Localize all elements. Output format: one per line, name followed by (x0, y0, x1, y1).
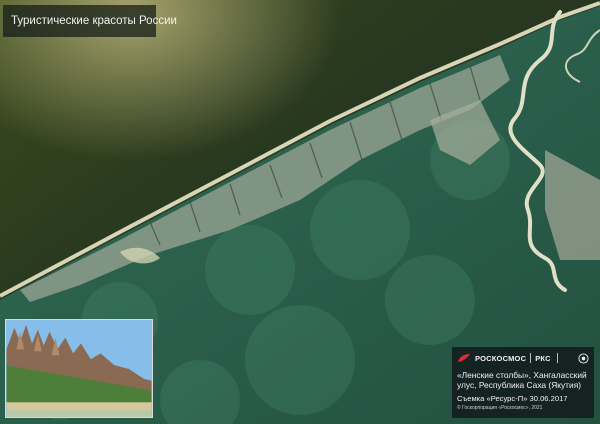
emblem-icon (578, 352, 589, 364)
page-title: Туристические красоты России (3, 5, 177, 37)
roscosmos-label: РОСКОСМОС (475, 353, 527, 363)
place-line-1: «Ленские столбы», Хангаласский (457, 370, 587, 380)
credit-text: © Госкорпорация «Роскосмос», 2021 (457, 405, 543, 411)
place-line-2: улус, Республика Саха (Якутия) (457, 380, 582, 390)
image-stage: Туристические красоты России РОСКОСМОС Р… (0, 0, 600, 424)
inset-photo (5, 319, 153, 418)
rks-label: РКС (535, 353, 551, 363)
logo-row: РОСКОСМОС РКС (457, 351, 589, 365)
survey-date: Съемка «Ресурс-П» 30.06.2017 (457, 394, 568, 403)
rock-pillars-photo (6, 320, 152, 417)
logo-divider-2 (556, 353, 558, 363)
caption-panel: РОСКОСМОС РКС «Ленские столбы», Хангалас… (452, 347, 594, 418)
logo-divider (530, 353, 532, 363)
roscosmos-logo-icon (458, 354, 470, 362)
